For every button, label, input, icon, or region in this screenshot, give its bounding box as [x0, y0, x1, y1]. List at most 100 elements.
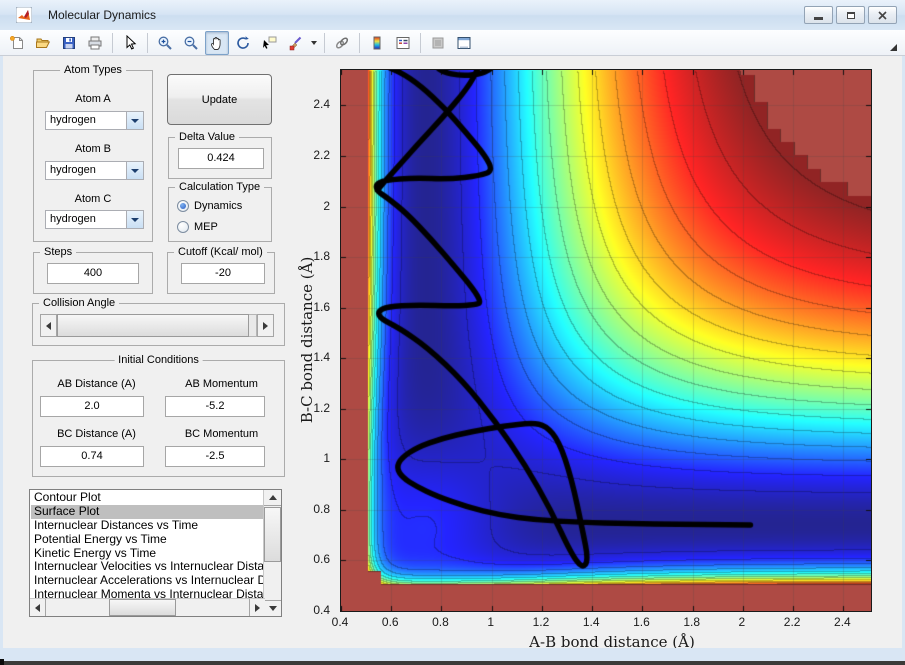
- dynamics-radio-row[interactable]: Dynamics: [177, 200, 242, 212]
- atom-c-dropdown[interactable]: hydrogen: [45, 210, 144, 229]
- colorbar-icon: [369, 35, 385, 51]
- x-tick-label: 1: [487, 615, 494, 629]
- insert-colorbar-button[interactable]: [365, 31, 389, 55]
- link-plots-button[interactable]: [330, 31, 354, 55]
- vscroll-thumb[interactable]: [264, 507, 281, 562]
- title-bar[interactable]: Molecular Dynamics: [0, 0, 905, 31]
- y-tick-label: 1: [323, 451, 330, 465]
- chevron-down-icon[interactable]: [126, 112, 143, 129]
- list-item[interactable]: Internuclear Distances vs Time: [31, 519, 265, 533]
- zoom-out-button[interactable]: [179, 31, 203, 55]
- update-button[interactable]: Update: [167, 74, 272, 125]
- pan-tool-button[interactable]: [205, 31, 229, 55]
- y-tick-label: 2.2: [313, 148, 330, 162]
- cutoff-field[interactable]: -20: [181, 263, 265, 284]
- data-cursor-icon: [261, 35, 277, 51]
- pointer-tool-button[interactable]: [118, 31, 142, 55]
- desktop-edge: [0, 661, 905, 665]
- slider-left-arrow[interactable]: [40, 314, 57, 337]
- matlab-figure-icon: [16, 7, 32, 23]
- list-item[interactable]: Internuclear Velocities vs Internuclear …: [31, 560, 265, 574]
- chevron-down-icon[interactable]: [126, 211, 143, 228]
- new-file-button[interactable]: [5, 31, 29, 55]
- scroll-down-arrow[interactable]: [264, 600, 281, 616]
- hscroll-thumb[interactable]: [109, 599, 176, 616]
- show-plot-tools-dock-button[interactable]: [452, 31, 476, 55]
- pan-hand-icon: [209, 35, 225, 51]
- bc-distance-label: BC Distance (A): [40, 428, 153, 440]
- brush-tool-button[interactable]: [283, 31, 307, 55]
- open-file-button[interactable]: [31, 31, 55, 55]
- x-tick-label: 0.8: [432, 615, 449, 629]
- desktop-edge-corner: [0, 659, 4, 665]
- data-cursor-button[interactable]: [257, 31, 281, 55]
- steps-title: Steps: [40, 246, 76, 258]
- steps-field[interactable]: 400: [47, 263, 139, 284]
- initial-conditions-title: Initial Conditions: [114, 354, 203, 366]
- bc-momentum-label: BC Momentum: [165, 428, 278, 440]
- ab-momentum-field[interactable]: -5.2: [165, 396, 265, 417]
- contour-plot-canvas[interactable]: [340, 69, 872, 612]
- ab-momentum-label: AB Momentum: [165, 378, 278, 390]
- delta-value-field[interactable]: 0.424: [178, 148, 264, 169]
- save-button[interactable]: [57, 31, 81, 55]
- list-item[interactable]: Surface Plot: [31, 505, 265, 519]
- bc-distance-field[interactable]: 0.74: [40, 446, 144, 467]
- toolbar-overflow-icon[interactable]: [890, 44, 897, 51]
- open-folder-icon: [35, 35, 51, 51]
- x-tick-label: 1.4: [583, 615, 600, 629]
- calculation-type-title: Calculation Type: [175, 181, 264, 193]
- mep-radio[interactable]: [177, 221, 189, 233]
- scroll-right-arrow[interactable]: [249, 599, 265, 616]
- dynamics-radio[interactable]: [177, 200, 189, 212]
- atom-b-dropdown[interactable]: hydrogen: [45, 161, 144, 180]
- toolbar-separator: [359, 33, 360, 53]
- list-item[interactable]: Potential Energy vs Time: [31, 533, 265, 547]
- mep-radio-row[interactable]: MEP: [177, 221, 218, 233]
- minimize-icon: [814, 17, 823, 20]
- toolbar-separator: [112, 33, 113, 53]
- scroll-up-arrow[interactable]: [264, 490, 281, 506]
- listbox-hscrollbar: [30, 598, 265, 616]
- close-button[interactable]: [868, 6, 897, 24]
- link-icon: [334, 35, 350, 51]
- cutoff-title: Cutoff (Kcal/ mol): [174, 246, 267, 258]
- x-tick-label: 2: [739, 615, 746, 629]
- rotate-3d-button[interactable]: [231, 31, 255, 55]
- restore-icon: [847, 12, 855, 19]
- chevron-down-icon[interactable]: [126, 162, 143, 179]
- scroll-left-arrow[interactable]: [30, 599, 46, 616]
- bc-momentum-field[interactable]: -2.5: [165, 446, 265, 467]
- list-item[interactable]: Contour Plot: [31, 491, 265, 505]
- list-item[interactable]: Kinetic Energy vs Time: [31, 547, 265, 561]
- window-left-border: [0, 56, 3, 648]
- brush-dropdown-icon[interactable]: [311, 41, 317, 45]
- brush-icon: [287, 35, 303, 51]
- ab-distance-field[interactable]: 2.0: [40, 396, 144, 417]
- zoom-in-button[interactable]: [153, 31, 177, 55]
- list-item[interactable]: Internuclear Accelerations vs Internucle…: [31, 574, 265, 588]
- slider-thumb[interactable]: [57, 314, 249, 337]
- delta-value-title: Delta Value: [175, 131, 239, 143]
- minimize-button[interactable]: [804, 6, 833, 24]
- y-tick-label: 2: [323, 199, 330, 213]
- pointer-icon: [122, 35, 138, 51]
- slider-right-arrow[interactable]: [257, 314, 274, 337]
- atom-c-label: Atom C: [33, 193, 153, 205]
- y-tick-label: 0.4: [313, 603, 330, 617]
- atom-types-title: Atom Types: [60, 64, 126, 76]
- atom-a-label: Atom A: [33, 93, 153, 105]
- x-tick-label: 1.6: [633, 615, 650, 629]
- restore-button[interactable]: [836, 6, 865, 24]
- print-icon: [87, 35, 103, 51]
- window-title: Molecular Dynamics: [48, 8, 156, 22]
- calculation-type-group: Calculation Type: [168, 187, 272, 242]
- dynamics-radio-label: Dynamics: [194, 200, 242, 212]
- close-icon: [878, 11, 887, 20]
- atom-a-dropdown[interactable]: hydrogen: [45, 111, 144, 130]
- insert-legend-button[interactable]: [391, 31, 415, 55]
- print-button[interactable]: [83, 31, 107, 55]
- x-tick-label: 2.2: [784, 615, 801, 629]
- hide-plot-tools-button[interactable]: [426, 31, 450, 55]
- toolbar-separator: [324, 33, 325, 53]
